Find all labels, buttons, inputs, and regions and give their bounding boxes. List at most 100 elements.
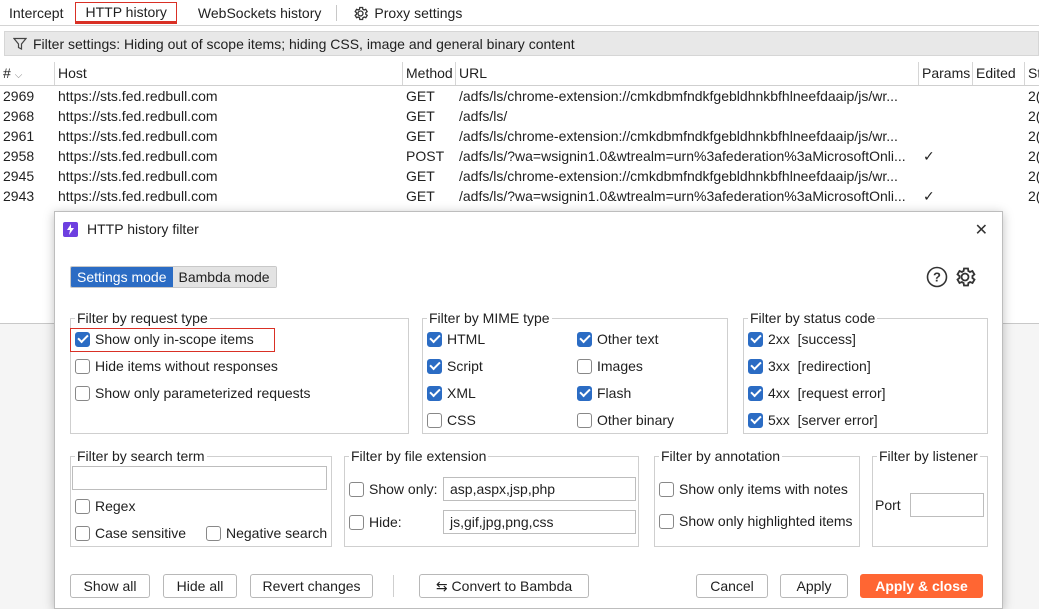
col-header-number[interactable]: # ⌵ xyxy=(0,62,55,85)
gear-icon[interactable] xyxy=(953,265,977,289)
table-row[interactable]: 2958 https://sts.fed.redbull.com POST/adfs… xyxy=(0,146,1039,166)
filter-settings-bar[interactable]: Filter settings: Hiding out of scope ite… xyxy=(4,31,1039,56)
cell-status: 2( xyxy=(1028,148,1039,164)
show-with-notes-checkbox[interactable]: Show only items with notes xyxy=(659,481,848,497)
help-icon[interactable]: ? xyxy=(926,266,948,288)
convert-to-bambda-button[interactable]: ⇆ Convert to Bambda xyxy=(419,574,589,598)
hide-extension-input[interactable]: js,gif,jpg,png,css xyxy=(443,510,636,534)
checkbox-label: Show only items with notes xyxy=(679,481,848,497)
hide-extension-checkbox[interactable]: Hide: xyxy=(349,514,402,530)
request-type-title: Filter by request type xyxy=(75,310,210,326)
table-row[interactable]: 2945 https://sts.fed.redbull.com GET/adfs/… xyxy=(0,166,1039,186)
status-2xx-checkbox[interactable]: 2xx [success] xyxy=(748,331,856,347)
mime-css-checkbox[interactable]: CSS xyxy=(427,412,476,428)
col-header-status[interactable]: St xyxy=(1025,62,1039,85)
tab-proxy-settings[interactable]: Proxy settings xyxy=(343,2,471,24)
mime-html-checkbox[interactable]: HTML xyxy=(427,331,485,347)
cell-status: 2( xyxy=(1028,168,1039,184)
cell-method: GET xyxy=(406,188,435,204)
status-3xx-checkbox[interactable]: 3xx [redirection] xyxy=(748,358,871,374)
checkbox-box xyxy=(75,498,90,514)
col-header-url[interactable]: URL xyxy=(456,62,919,85)
show-parameterized-checkbox[interactable]: Show only parameterized requests xyxy=(75,385,311,401)
mime-other-text-checkbox[interactable]: Other text xyxy=(577,331,658,347)
checkbox-box xyxy=(659,513,674,529)
table-row[interactable]: 2961 https://sts.fed.redbull.com GET/adfs/… xyxy=(0,126,1039,146)
checkbox-label: 5xx [server error] xyxy=(768,412,878,428)
dialog-titlebar: HTTP history filter xyxy=(55,212,1002,246)
checkbox-label: Flash xyxy=(597,385,632,401)
checkbox-label: XML xyxy=(447,385,476,401)
negative-search-checkbox[interactable]: Negative search xyxy=(206,525,327,541)
cell-params xyxy=(919,166,973,186)
mime-type-title: Filter by MIME type xyxy=(427,310,552,326)
col-header-host[interactable]: Host xyxy=(55,62,403,85)
checkbox-label: CSS xyxy=(447,412,476,428)
cell-status: 2( xyxy=(1028,188,1039,204)
table-row[interactable]: 2943 https://sts.fed.redbull.com GET/adfs/… xyxy=(0,186,1039,206)
col-header-method[interactable]: Method xyxy=(403,62,456,85)
bambda-mode-button[interactable]: Bambda mode xyxy=(172,267,276,287)
show-all-button[interactable]: Show all xyxy=(70,574,150,598)
history-table: # ⌵ Host Method URL Params Edited St 296… xyxy=(0,62,1039,206)
tab-websockets-history[interactable]: WebSockets history xyxy=(189,2,330,24)
table-row[interactable]: 2968 https://sts.fed.redbull.com GET/adfs/… xyxy=(0,106,1039,126)
checkbox-label: HTML xyxy=(447,331,486,347)
checkbox-box xyxy=(349,514,364,530)
checkbox-label: 4xx [request error] xyxy=(768,385,886,401)
checkbox-label: Other binary xyxy=(597,412,675,428)
checkbox-box xyxy=(577,385,592,401)
close-icon[interactable]: ✕ xyxy=(975,220,988,240)
regex-checkbox[interactable]: Regex xyxy=(75,498,135,514)
show-highlighted-checkbox[interactable]: Show only highlighted items xyxy=(659,513,853,529)
hide-without-responses-checkbox[interactable]: Hide items without responses xyxy=(75,358,278,374)
cancel-button[interactable]: Cancel xyxy=(696,574,768,598)
listener-title: Filter by listener xyxy=(877,448,980,464)
mime-xml-checkbox[interactable]: XML xyxy=(427,385,476,401)
filter-icon xyxy=(13,37,27,50)
cell-url: /adfs/ls/ xyxy=(459,108,508,124)
annotation-title: Filter by annotation xyxy=(659,448,783,464)
checkbox-label: Case sensitive xyxy=(95,525,187,541)
table-row[interactable]: 2969 https://sts.fed.redbull.com GET/adfs/… xyxy=(0,86,1039,106)
revert-changes-button[interactable]: Revert changes xyxy=(250,574,373,598)
cell-host: https://sts.fed.redbull.com xyxy=(58,108,218,124)
tab-http-history[interactable]: HTTP history xyxy=(75,1,177,24)
checkbox-label: 2xx [success] xyxy=(768,331,856,347)
cell-url: /adfs/ls/chrome-extension://cmkdbmfndkfg… xyxy=(459,88,898,104)
show-only-extension-checkbox[interactable]: Show only: xyxy=(349,481,437,497)
checkbox-label: Negative search xyxy=(226,525,328,541)
checkbox-box xyxy=(75,358,90,374)
checkbox-label: Script xyxy=(447,358,483,374)
search-term-title: Filter by search term xyxy=(75,448,207,464)
mime-other-binary-checkbox[interactable]: Other binary xyxy=(577,412,674,428)
mime-images-checkbox[interactable]: Images xyxy=(577,358,643,374)
cell-edited xyxy=(973,186,1025,206)
mime-flash-checkbox[interactable]: Flash xyxy=(577,385,631,401)
search-input[interactable] xyxy=(72,466,327,490)
settings-mode-button[interactable]: Settings mode xyxy=(71,267,173,287)
file-extension-title: Filter by file extension xyxy=(349,448,489,464)
mode-switcher: Settings mode Bambda mode xyxy=(70,266,277,288)
apply-and-close-button[interactable]: Apply & close xyxy=(860,574,983,598)
checkbox-label: Hide items without responses xyxy=(95,358,278,374)
status-4xx-checkbox[interactable]: 4xx [request error] xyxy=(748,385,886,401)
apply-button[interactable]: Apply xyxy=(780,574,848,598)
checkbox-box xyxy=(427,412,442,428)
col-header-edited[interactable]: Edited xyxy=(973,62,1025,85)
mime-script-checkbox[interactable]: Script xyxy=(427,358,483,374)
port-input[interactable] xyxy=(910,493,984,517)
cell-num: 2968 xyxy=(3,108,35,124)
show-only-extension-input[interactable]: asp,aspx,jsp,php xyxy=(443,477,636,501)
hide-all-button[interactable]: Hide all xyxy=(163,574,237,598)
cell-method: GET xyxy=(406,88,435,104)
status-5xx-checkbox[interactable]: 5xx [server error] xyxy=(748,412,878,428)
cell-params xyxy=(919,106,973,126)
cell-edited xyxy=(973,166,1025,186)
case-sensitive-checkbox[interactable]: Case sensitive xyxy=(75,525,186,541)
tab-intercept[interactable]: Intercept xyxy=(0,2,72,24)
cell-status: 2( xyxy=(1028,88,1039,104)
sort-chevron-icon: ⌵ xyxy=(14,70,23,81)
checkbox-label: Show only: xyxy=(369,481,438,497)
col-header-params[interactable]: Params xyxy=(919,62,973,85)
